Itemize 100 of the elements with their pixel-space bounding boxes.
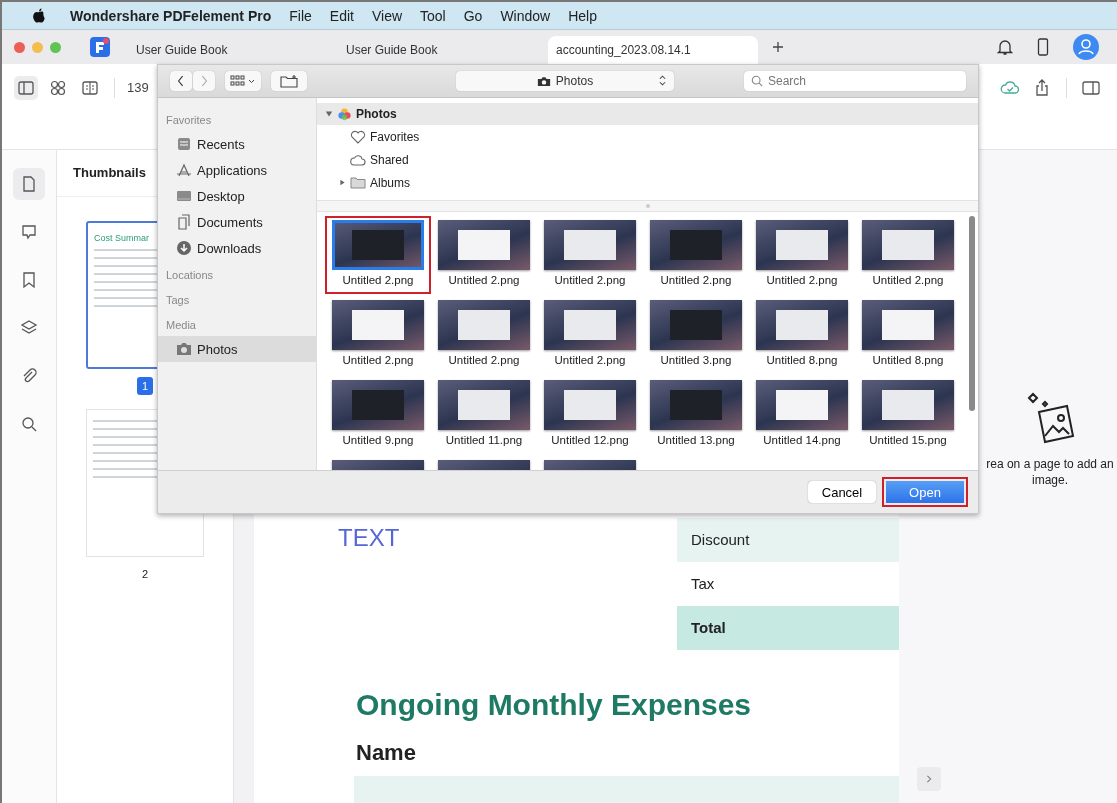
page-icon[interactable] bbox=[13, 168, 45, 200]
photo-item[interactable]: Untitled 15.png bbox=[855, 376, 961, 454]
file-name: Untitled 2.png bbox=[448, 354, 520, 366]
heart-icon bbox=[350, 129, 366, 144]
photo-item[interactable]: Untitled 8.png bbox=[749, 296, 855, 374]
tree-item[interactable]: Favorites bbox=[317, 125, 978, 148]
file-name: Untitled 11.png bbox=[445, 434, 523, 446]
new-folder-button[interactable] bbox=[271, 71, 307, 91]
menu-item[interactable]: Edit bbox=[329, 7, 354, 24]
photo-item[interactable]: Untitled 11.png bbox=[431, 376, 537, 454]
menu-item[interactable]: File bbox=[289, 7, 312, 24]
photo-item[interactable]: Untitled 2.png bbox=[855, 216, 961, 294]
file-name: Untitled 2.png bbox=[554, 274, 626, 286]
sidebar-item[interactable]: Photos bbox=[158, 336, 316, 362]
search-icon bbox=[751, 75, 763, 87]
disclosure-triangle-icon[interactable] bbox=[325, 110, 333, 118]
file-name: Untitled 9.png bbox=[342, 434, 414, 446]
search-field[interactable]: Search bbox=[744, 71, 966, 91]
menu-item[interactable]: Window bbox=[500, 7, 551, 24]
file-name: Untitled 2.png bbox=[872, 274, 944, 286]
file-name: Untitled 2.png bbox=[766, 274, 838, 286]
page-number: 1 bbox=[137, 377, 153, 395]
file-name: Untitled 15.png bbox=[869, 434, 947, 446]
documents-icon bbox=[176, 214, 192, 230]
menu-item[interactable]: Go bbox=[463, 7, 483, 24]
menu-item[interactable]: Tool bbox=[420, 7, 446, 24]
avatar-icon[interactable] bbox=[1073, 34, 1099, 60]
tree-root[interactable]: Photos bbox=[317, 103, 978, 125]
file-name: Untitled 14.png bbox=[763, 434, 841, 446]
column-heading: Name bbox=[356, 740, 417, 766]
disclosure-triangle-icon[interactable] bbox=[339, 179, 346, 186]
table-cell-text: Tax bbox=[690, 574, 716, 594]
back-button[interactable] bbox=[170, 71, 192, 91]
cloud-icon bbox=[350, 152, 366, 167]
photo-item[interactable]: Untitled 2.png bbox=[325, 216, 431, 294]
view-options-button[interactable] bbox=[225, 71, 261, 91]
app-logo-icon bbox=[90, 37, 110, 57]
photo-item[interactable]: Untitled 2.png bbox=[537, 216, 643, 294]
file-name: Untitled 2.png bbox=[342, 354, 414, 366]
cancel-button[interactable]: Cancel bbox=[808, 481, 876, 503]
file-name: Untitled 3.png bbox=[660, 354, 732, 366]
file-name: Untitled 2.png bbox=[448, 274, 520, 286]
icon-grid-icon bbox=[230, 75, 256, 87]
photo-item[interactable]: Untitled 3.png bbox=[643, 296, 749, 374]
file-name: Untitled 2.png bbox=[554, 354, 626, 366]
zoom-level[interactable]: 139 bbox=[127, 76, 149, 100]
photo-item[interactable]: Untitled 14.png bbox=[749, 376, 855, 454]
location-dropdown[interactable]: Photos bbox=[456, 71, 674, 91]
sidebar-toggle-icon[interactable] bbox=[14, 76, 38, 100]
table-cell: Total bbox=[677, 606, 899, 650]
photo-item[interactable]: Untitled 2.png bbox=[537, 296, 643, 374]
page-number: 2 bbox=[140, 567, 150, 582]
apple-icon[interactable] bbox=[32, 7, 46, 24]
monitor-icon bbox=[176, 188, 192, 204]
camera-icon bbox=[176, 341, 192, 357]
camera-icon bbox=[536, 75, 551, 87]
file-name: Untitled 2.png bbox=[342, 274, 414, 286]
phone-icon[interactable] bbox=[1035, 38, 1051, 56]
new-tab-icon[interactable] bbox=[772, 41, 784, 53]
download-icon bbox=[176, 240, 192, 256]
sidebar-section-title: Favorites bbox=[165, 113, 213, 128]
section-heading: Ongoing Monthly Expenses bbox=[356, 688, 753, 722]
photo-item[interactable]: Untitled 8.png bbox=[855, 296, 961, 374]
photo-item[interactable]: Untitled 2.png bbox=[431, 296, 537, 374]
tree-item[interactable]: Shared bbox=[317, 148, 978, 171]
photo-item[interactable]: Untitled 12.png bbox=[537, 376, 643, 454]
photo-item[interactable]: Untitled 9.png bbox=[325, 376, 431, 454]
image-hint: rea on a page to add an image. bbox=[985, 456, 1115, 488]
flower-icon bbox=[337, 106, 352, 122]
folder-plus-icon bbox=[280, 74, 298, 88]
photo-item[interactable]: Untitled 2.png bbox=[325, 296, 431, 374]
file-name: Untitled 8.png bbox=[766, 354, 838, 366]
chevron-right-icon bbox=[925, 775, 933, 783]
document-tab[interactable]: accounting_2023.08.14.1 bbox=[548, 36, 758, 64]
photo-item[interactable]: Untitled 2.png bbox=[643, 216, 749, 294]
table-cell: Discount bbox=[677, 518, 899, 562]
open-button[interactable]: Open bbox=[882, 477, 968, 507]
bell-icon[interactable] bbox=[997, 38, 1013, 56]
sidebar-section-title: Tags bbox=[165, 293, 191, 308]
menu-item[interactable]: Help bbox=[568, 7, 597, 24]
photo-item[interactable]: Untitled 2.png bbox=[749, 216, 855, 294]
folder-icon bbox=[350, 175, 366, 190]
file-name: Untitled 2.png bbox=[660, 274, 732, 286]
file-name: Untitled 12.png bbox=[551, 434, 629, 446]
photo-item[interactable]: Untitled 13.png bbox=[643, 376, 749, 454]
menu-item[interactable]: View bbox=[371, 7, 403, 24]
sidebar-section-title: Media bbox=[165, 318, 197, 333]
tree-item[interactable]: Albums bbox=[317, 171, 978, 194]
photo-item[interactable]: Untitled 2.png bbox=[431, 216, 537, 294]
chevron-left-icon bbox=[177, 75, 185, 87]
document-tab[interactable]: User Guide Book bbox=[338, 36, 548, 64]
tray-icon bbox=[176, 136, 192, 152]
file-name: Untitled 13.png bbox=[657, 434, 735, 446]
app-menu[interactable]: Wondershare PDFelement Pro bbox=[70, 7, 272, 24]
close-window-icon[interactable] bbox=[14, 41, 25, 53]
chevron-right-icon bbox=[200, 75, 208, 87]
file-name: Untitled 8.png bbox=[872, 354, 944, 366]
up-down-icon bbox=[659, 75, 666, 86]
document-tab[interactable]: User Guide Book bbox=[128, 36, 338, 64]
text-box[interactable]: TEXT bbox=[338, 524, 400, 552]
